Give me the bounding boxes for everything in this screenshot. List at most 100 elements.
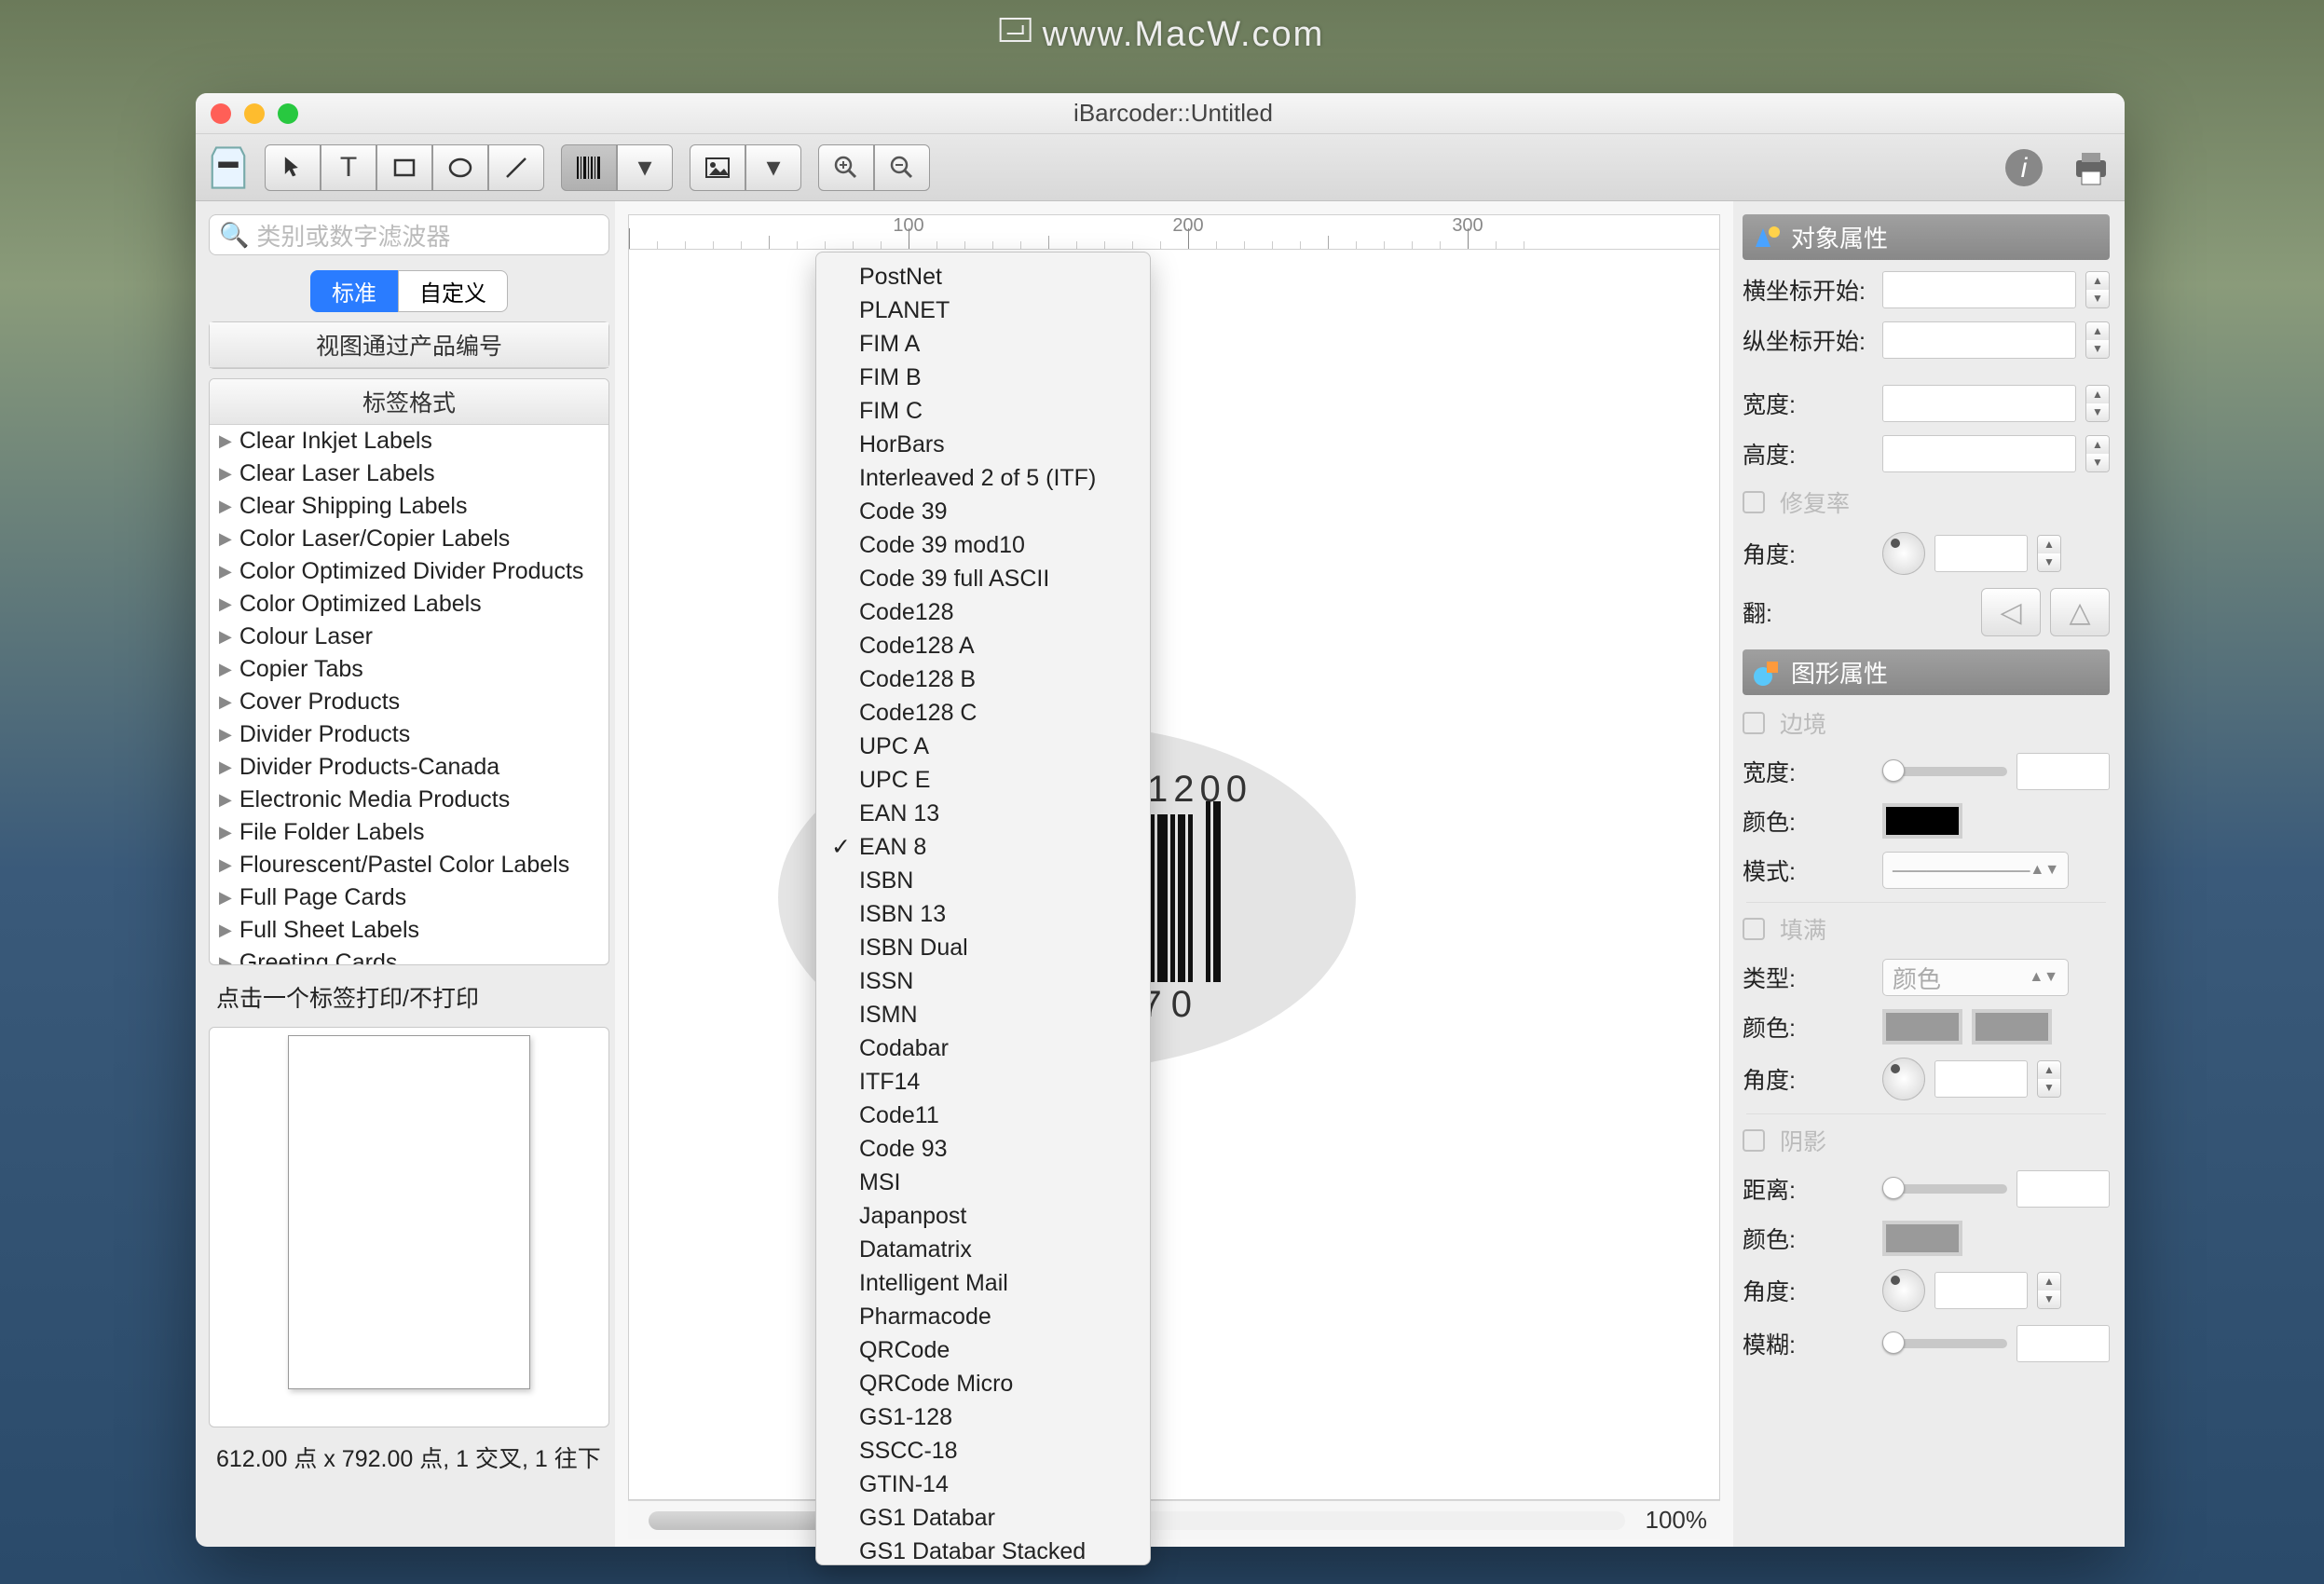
maximize-window-icon[interactable] bbox=[278, 103, 298, 124]
shadow-checkbox[interactable] bbox=[1743, 1129, 1765, 1152]
close-window-icon[interactable] bbox=[211, 103, 231, 124]
dropdown-item[interactable]: Interleaved 2 of 5 (ITF) bbox=[816, 461, 1150, 495]
dropdown-item[interactable]: ISMN bbox=[816, 998, 1150, 1031]
text-tool[interactable]: T bbox=[321, 144, 376, 191]
barcode-type-dropdown[interactable]: PostNetPLANETFIM AFIM BFIM CHorBarsInter… bbox=[815, 252, 1151, 1565]
shadow-blur-field[interactable] bbox=[2016, 1325, 2110, 1362]
dropdown-item[interactable]: ISBN bbox=[816, 864, 1150, 897]
minimize-window-icon[interactable] bbox=[244, 103, 265, 124]
dropdown-item[interactable]: PostNet bbox=[816, 260, 1150, 294]
flip-h-button[interactable]: ◁ bbox=[1981, 588, 2041, 636]
dropdown-item[interactable]: FIM A bbox=[816, 327, 1150, 361]
shadow-distance-field[interactable] bbox=[2016, 1170, 2110, 1208]
angle-dial[interactable] bbox=[1882, 532, 1925, 575]
view-by-product-button[interactable]: 视图通过产品编号 bbox=[210, 322, 608, 368]
label-category-row[interactable]: ▶Divider Products bbox=[210, 718, 608, 751]
dropdown-item[interactable]: EAN 8 bbox=[816, 830, 1150, 864]
fill-type-select[interactable]: 颜色▲▼ bbox=[1882, 959, 2069, 996]
dropdown-item[interactable]: EAN 13 bbox=[816, 797, 1150, 830]
fill-color-swatch-1[interactable] bbox=[1882, 1009, 1962, 1045]
dropdown-item[interactable]: Codabar bbox=[816, 1031, 1150, 1065]
dropdown-item[interactable]: GS1 Databar Stacked bbox=[816, 1535, 1150, 1565]
border-width-slider[interactable] bbox=[1882, 767, 2007, 776]
fill-color-swatch-2[interactable] bbox=[1972, 1009, 2052, 1045]
dropdown-item[interactable]: PLANET bbox=[816, 294, 1150, 327]
line-tool[interactable] bbox=[488, 144, 544, 191]
label-category-row[interactable]: ▶Divider Products-Canada bbox=[210, 751, 608, 784]
y-start-field[interactable] bbox=[1882, 321, 2076, 359]
label-category-row[interactable]: ▶Colour Laser bbox=[210, 621, 608, 653]
dropdown-item[interactable]: Code 39 bbox=[816, 495, 1150, 528]
search-input[interactable]: 🔍 类别或数字滤波器 bbox=[209, 214, 609, 255]
label-category-row[interactable]: ▶Color Optimized Labels bbox=[210, 588, 608, 621]
border-width-field[interactable] bbox=[2016, 753, 2110, 790]
dropdown-item[interactable]: Code128 C bbox=[816, 696, 1150, 730]
label-category-row[interactable]: ▶Copier Tabs bbox=[210, 653, 608, 686]
label-category-row[interactable]: ▶Full Page Cards bbox=[210, 881, 608, 914]
dropdown-item[interactable]: QRCode bbox=[816, 1333, 1150, 1367]
dropdown-item[interactable]: HorBars bbox=[816, 428, 1150, 461]
height-field[interactable] bbox=[1882, 435, 2076, 472]
flip-v-button[interactable]: △ bbox=[2050, 588, 2110, 636]
pointer-tool[interactable] bbox=[265, 144, 321, 191]
canvas[interactable]: 91200 1234 5670 bbox=[628, 250, 1720, 1500]
dropdown-item[interactable]: Code 39 full ASCII bbox=[816, 562, 1150, 595]
dropdown-item[interactable]: Code 39 mod10 bbox=[816, 528, 1150, 562]
y-start-stepper[interactable]: ▲▼ bbox=[2085, 321, 2110, 359]
dropdown-item[interactable]: FIM C bbox=[816, 394, 1150, 428]
label-category-row[interactable]: ▶Color Laser/Copier Labels bbox=[210, 523, 608, 555]
dropdown-item[interactable]: ISSN bbox=[816, 964, 1150, 998]
barcode-dropdown-caret[interactable]: ▾ bbox=[617, 144, 673, 191]
shadow-distance-slider[interactable] bbox=[1882, 1184, 2007, 1194]
dropdown-item[interactable]: Japanpost bbox=[816, 1199, 1150, 1233]
label-category-row[interactable]: ▶Full Sheet Labels bbox=[210, 914, 608, 947]
dropdown-item[interactable]: ISBN Dual bbox=[816, 931, 1150, 964]
fill-angle-dial[interactable] bbox=[1882, 1058, 1925, 1100]
shadow-angle-stepper[interactable]: ▲▼ bbox=[2037, 1272, 2061, 1309]
x-start-stepper[interactable]: ▲▼ bbox=[2085, 271, 2110, 308]
shadow-angle-dial[interactable] bbox=[1882, 1269, 1925, 1312]
border-color-swatch[interactable] bbox=[1882, 803, 1962, 839]
angle-field[interactable] bbox=[1934, 535, 2028, 572]
dropdown-item[interactable]: GS1 Databar bbox=[816, 1501, 1150, 1535]
fill-angle-stepper[interactable]: ▲▼ bbox=[2037, 1060, 2061, 1098]
label-category-row[interactable]: ▶Clear Shipping Labels bbox=[210, 490, 608, 523]
label-preview[interactable] bbox=[209, 1027, 609, 1427]
zoom-in-tool[interactable] bbox=[818, 144, 874, 191]
dropdown-item[interactable]: QRCode Micro bbox=[816, 1367, 1150, 1400]
dropdown-item[interactable]: GS1-128 bbox=[816, 1400, 1150, 1434]
info-icon[interactable]: i bbox=[2000, 143, 2048, 192]
shadow-blur-slider[interactable] bbox=[1882, 1339, 2007, 1348]
seg-standard[interactable]: 标准 bbox=[310, 270, 398, 312]
dropdown-item[interactable]: UPC E bbox=[816, 763, 1150, 797]
width-field[interactable] bbox=[1882, 385, 2076, 422]
fill-checkbox[interactable] bbox=[1743, 918, 1765, 940]
dropdown-item[interactable]: ITF14 bbox=[816, 1065, 1150, 1099]
label-category-row[interactable]: ▶Flourescent/Pastel Color Labels bbox=[210, 849, 608, 881]
dropdown-item[interactable]: Code11 bbox=[816, 1099, 1150, 1132]
label-category-row[interactable]: ▶Color Optimized Divider Products bbox=[210, 555, 608, 588]
width-stepper[interactable]: ▲▼ bbox=[2085, 385, 2110, 422]
dropdown-item[interactable]: Code128 bbox=[816, 595, 1150, 629]
label-category-row[interactable]: ▶File Folder Labels bbox=[210, 816, 608, 849]
dropdown-item[interactable]: Code128 A bbox=[816, 629, 1150, 662]
oval-tool[interactable] bbox=[432, 144, 488, 191]
repair-checkbox[interactable] bbox=[1743, 491, 1765, 513]
dropdown-item[interactable]: Intelligent Mail bbox=[816, 1266, 1150, 1300]
label-category-row[interactable]: ▶Electronic Media Products bbox=[210, 784, 608, 816]
label-category-row[interactable]: ▶Clear Laser Labels bbox=[210, 457, 608, 490]
height-stepper[interactable]: ▲▼ bbox=[2085, 435, 2110, 472]
dropdown-item[interactable]: Code128 B bbox=[816, 662, 1150, 696]
dropdown-item[interactable]: Datamatrix bbox=[816, 1233, 1150, 1266]
label-category-row[interactable]: ▶Greeting Cards bbox=[210, 947, 608, 965]
dropdown-item[interactable]: MSI bbox=[816, 1166, 1150, 1199]
dropdown-item[interactable]: SSCC-18 bbox=[816, 1434, 1150, 1468]
rect-tool[interactable] bbox=[376, 144, 432, 191]
border-checkbox[interactable] bbox=[1743, 712, 1765, 734]
dropdown-item[interactable]: FIM B bbox=[816, 361, 1150, 394]
angle-stepper[interactable]: ▲▼ bbox=[2037, 535, 2061, 572]
dropdown-item[interactable]: Pharmacode bbox=[816, 1300, 1150, 1333]
x-start-field[interactable] bbox=[1882, 271, 2076, 308]
image-dropdown-caret[interactable]: ▾ bbox=[745, 144, 801, 191]
print-icon[interactable] bbox=[2067, 143, 2115, 192]
